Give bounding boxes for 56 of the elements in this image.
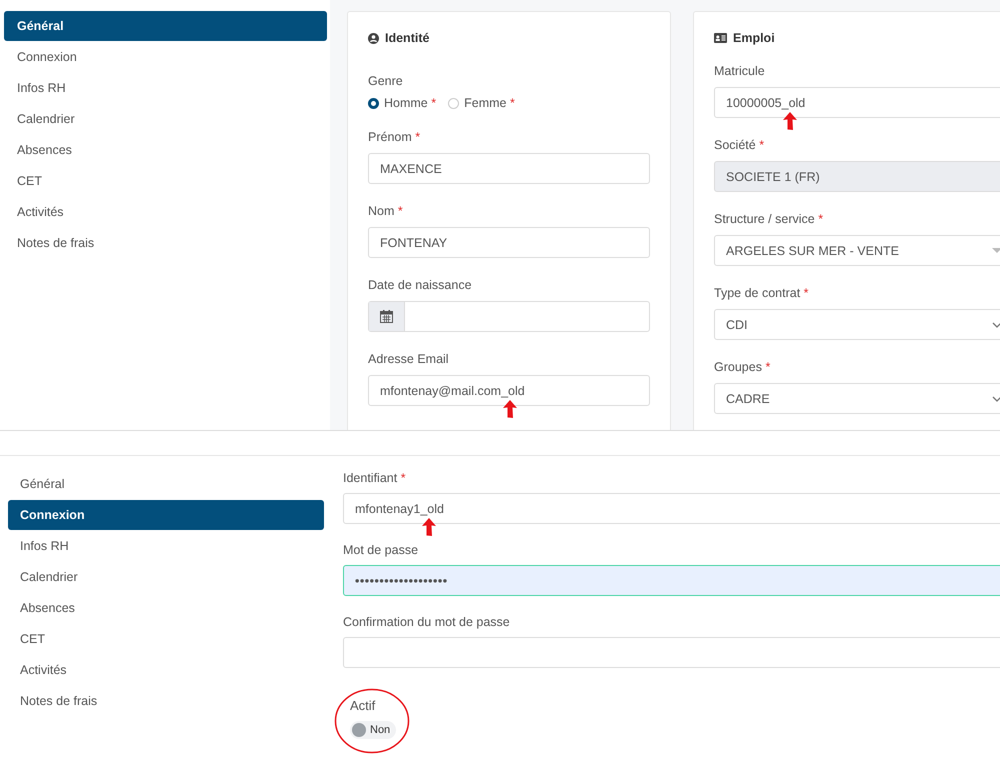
field-label: Matricule bbox=[714, 63, 766, 79]
text-field[interactable]: MAXENCE bbox=[368, 153, 650, 184]
toggle-switch[interactable]: Non bbox=[350, 721, 396, 739]
calendar-icon bbox=[380, 310, 393, 323]
annotation-arrow bbox=[783, 112, 797, 130]
text-field[interactable]: 10000005_old bbox=[714, 87, 1000, 118]
text-field[interactable]: mfontenay1_old bbox=[343, 493, 1000, 524]
date-field[interactable] bbox=[368, 301, 650, 332]
text-field[interactable]: mfontenay@mail.com_old bbox=[368, 375, 650, 406]
select-field[interactable]: CDI bbox=[714, 309, 1000, 340]
field-label: Mot de passe bbox=[343, 542, 420, 558]
radio-option[interactable]: Femme * bbox=[448, 96, 515, 110]
field-label: Structure / service * bbox=[714, 211, 824, 227]
select-field[interactable]: ARGELES SUR MER - VENTE bbox=[714, 235, 1000, 266]
sidebar-item[interactable]: Général bbox=[4, 11, 327, 41]
chevron-down-icon bbox=[992, 396, 1000, 402]
sidebar-item[interactable]: Absences bbox=[4, 135, 327, 165]
sidebar-item[interactable]: Général bbox=[8, 469, 324, 499]
id-card-icon bbox=[714, 33, 727, 43]
card-title: Identité bbox=[385, 31, 430, 45]
sidebar-item[interactable]: Absences bbox=[8, 593, 324, 623]
text-field[interactable]: FONTENAY bbox=[368, 227, 650, 258]
sidebar-item[interactable]: Connexion bbox=[8, 500, 324, 530]
toggle-label: Actif bbox=[350, 698, 376, 713]
password-field[interactable] bbox=[343, 637, 1000, 668]
sidebar-item[interactable]: Calendrier bbox=[4, 104, 327, 134]
user-circle-icon bbox=[368, 32, 379, 44]
field-label: Confirmation du mot de passe bbox=[343, 614, 511, 630]
select-field[interactable]: CADRE bbox=[714, 383, 1000, 414]
card-title: Emploi bbox=[733, 31, 775, 45]
field-label: Date de naissance bbox=[368, 277, 473, 293]
chevron-down-icon bbox=[992, 322, 1000, 328]
sidebar-item[interactable]: Notes de frais bbox=[8, 686, 324, 716]
field-label: Groupes * bbox=[714, 359, 772, 375]
sidebar-item[interactable]: Activités bbox=[8, 655, 324, 685]
annotation-arrow bbox=[503, 400, 517, 418]
password-field[interactable]: ••••••••••••••••••• bbox=[343, 565, 1000, 596]
sidebar-item[interactable]: Infos RH bbox=[4, 73, 327, 103]
sidebar-item[interactable]: CET bbox=[8, 624, 324, 654]
field-label: Type de contrat * bbox=[714, 285, 810, 301]
field-label: Genre bbox=[368, 73, 404, 89]
field-label: Nom * bbox=[368, 203, 404, 219]
radio-icon[interactable] bbox=[368, 98, 379, 108]
sidebar-item[interactable]: Infos RH bbox=[8, 531, 324, 561]
sidebar-item[interactable]: Activités bbox=[4, 197, 327, 227]
field-label: Adresse Email bbox=[368, 351, 450, 367]
sidebar-item[interactable]: CET bbox=[4, 166, 327, 196]
field-label: Identifiant * bbox=[343, 470, 407, 486]
annotation-arrow bbox=[422, 518, 436, 536]
sidebar-item[interactable]: Calendrier bbox=[8, 562, 324, 592]
field-label: Prénom * bbox=[368, 129, 422, 145]
caret-icon bbox=[992, 248, 1000, 253]
radio-option[interactable]: Homme * bbox=[368, 96, 436, 110]
field-label: Société * bbox=[714, 137, 766, 153]
sidebar-item[interactable]: Notes de frais bbox=[4, 228, 327, 258]
sidebar-item[interactable]: Connexion bbox=[4, 42, 327, 72]
